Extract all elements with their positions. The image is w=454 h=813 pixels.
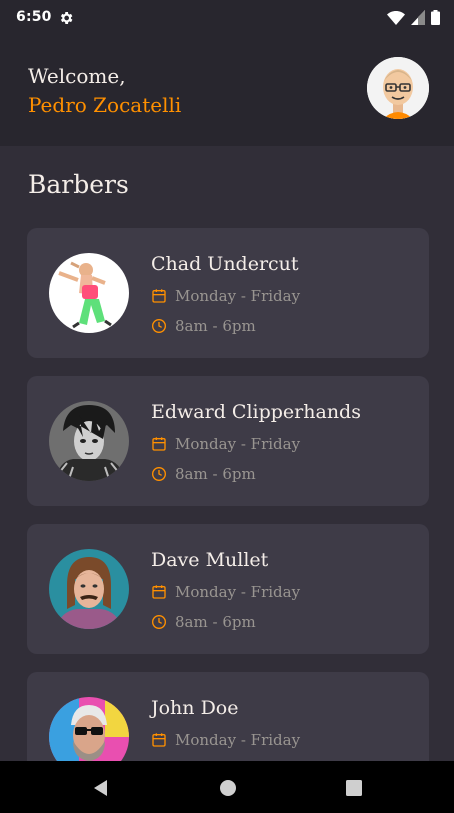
- barber-photo: [49, 549, 129, 629]
- wifi-icon: [387, 11, 405, 25]
- recents-icon[interactable]: [343, 777, 365, 799]
- app-screen: 6:50 Welcome, Pedro Zocatelli Barbers Ch…: [0, 0, 454, 813]
- back-icon[interactable]: [90, 777, 112, 799]
- header: Welcome, Pedro Zocatelli: [0, 36, 454, 146]
- barber-card[interactable]: Dave Mullet Monday - Friday 8am - 6pm: [27, 524, 429, 654]
- barber-hours-text: 8am - 6pm: [175, 317, 256, 335]
- barber-days-text: Monday - Friday: [175, 583, 301, 601]
- barber-hours-text: 8am - 6pm: [175, 613, 256, 631]
- system-nav-bar: [0, 761, 454, 813]
- home-icon[interactable]: [217, 777, 239, 799]
- battery-icon: [431, 10, 440, 25]
- barber-name: John Doe: [151, 697, 239, 719]
- status-icons: [387, 10, 440, 25]
- barber-hours: 8am - 6pm: [151, 316, 256, 336]
- barber-photo: [49, 401, 129, 481]
- barber-photo: [49, 253, 129, 333]
- clock-icon: [152, 319, 166, 333]
- section-title: Barbers: [28, 170, 129, 199]
- barber-days: Monday - Friday: [151, 582, 300, 602]
- calendar-icon: [152, 585, 166, 599]
- calendar-icon: [152, 289, 166, 303]
- status-time: 6:50: [16, 9, 52, 25]
- welcome-text: Welcome,: [28, 64, 126, 88]
- status-bar: 6:50: [0, 0, 454, 36]
- barber-hours: 8am - 6pm: [151, 464, 256, 484]
- calendar-icon: [152, 437, 166, 451]
- barber-days-text: Monday - Friday: [175, 435, 301, 453]
- user-name[interactable]: Pedro Zocatelli: [28, 91, 181, 119]
- barber-days-text: Monday - Friday: [175, 731, 301, 749]
- signal-icon: [411, 10, 425, 25]
- barber-card[interactable]: Chad Undercut Monday - Friday 8am - 6pm: [27, 228, 429, 358]
- barber-name: Edward Clipperhands: [151, 401, 361, 423]
- calendar-icon: [152, 733, 166, 747]
- barber-card[interactable]: Edward Clipperhands Monday - Friday 8am …: [27, 376, 429, 506]
- user-avatar-icon[interactable]: [367, 57, 429, 119]
- barber-days-text: Monday - Friday: [175, 287, 301, 305]
- barber-name: Chad Undercut: [151, 253, 299, 275]
- clock-icon: [152, 467, 166, 481]
- barber-days: Monday - Friday: [151, 286, 300, 306]
- barber-days: Monday - Friday: [151, 730, 300, 750]
- barber-hours-text: 8am - 6pm: [175, 465, 256, 483]
- settings-gear-icon: [60, 12, 73, 24]
- barber-days: Monday - Friday: [151, 434, 300, 454]
- barber-name: Dave Mullet: [151, 549, 269, 571]
- clock-icon: [152, 615, 166, 629]
- barber-hours: 8am - 6pm: [151, 612, 256, 632]
